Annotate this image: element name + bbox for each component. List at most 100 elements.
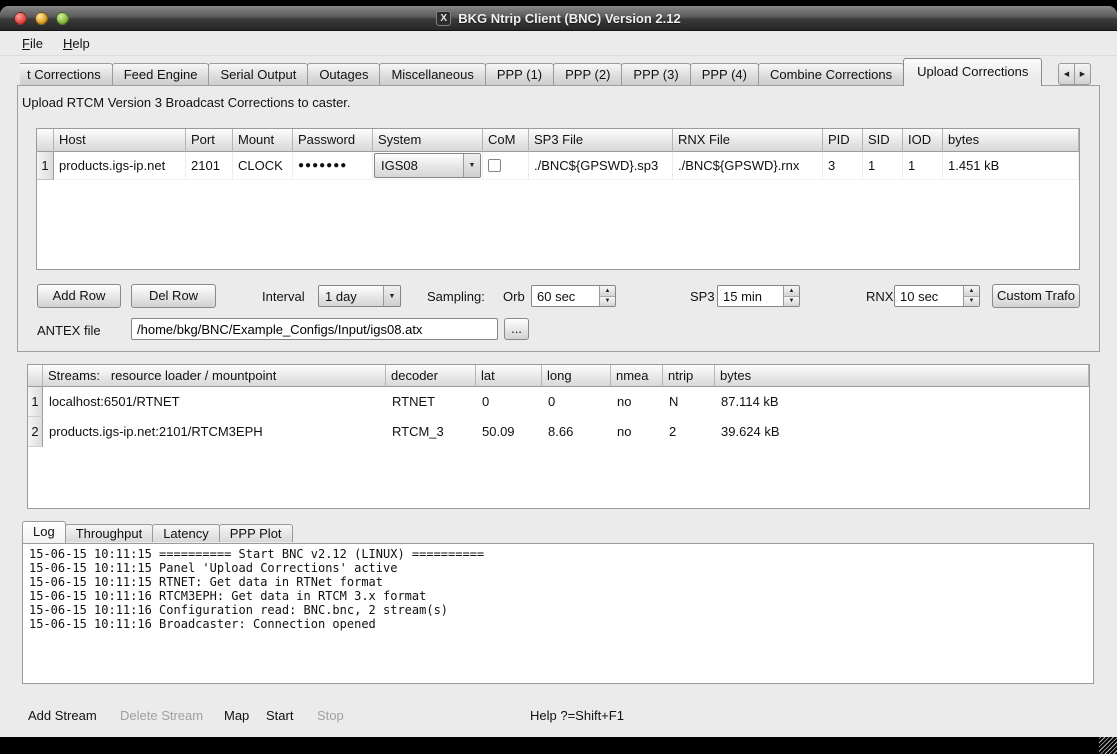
start-button[interactable]: Start — [266, 708, 293, 723]
cell-pid[interactable]: 3 — [823, 152, 863, 180]
col-host[interactable]: Host — [54, 129, 186, 152]
tab-upload-corrections[interactable]: Upload Corrections — [903, 58, 1042, 86]
tab-ppp-2[interactable]: PPP (2) — [553, 63, 622, 85]
cell-long[interactable]: 8.66 — [542, 417, 611, 447]
sp3-label: SP3 — [690, 289, 715, 304]
orb-label: Orb — [503, 289, 525, 304]
cell-mountpoint[interactable]: products.igs-ip.net:2101/RTCM3EPH — [43, 417, 386, 447]
window-icon: X — [436, 11, 451, 26]
spin-up-button[interactable]: ▲ — [600, 286, 615, 297]
chevron-down-icon[interactable]: ▼ — [463, 154, 480, 177]
tab-outages[interactable]: Outages — [307, 63, 380, 85]
spin-down-button[interactable]: ▼ — [964, 297, 979, 307]
col-rnx-file[interactable]: RNX File — [673, 129, 823, 152]
col-password[interactable]: Password — [293, 129, 373, 152]
streams-table: Streams: resource loader / mountpoint de… — [27, 364, 1090, 509]
chevron-down-icon[interactable]: ▼ — [383, 286, 400, 306]
tab-serial-output[interactable]: Serial Output — [208, 63, 308, 85]
tab-log[interactable]: Log — [22, 521, 66, 543]
cell-lat[interactable]: 0 — [476, 387, 542, 417]
antex-browse-button[interactable]: ... — [504, 318, 529, 340]
cell-ntrip[interactable]: N — [663, 387, 715, 417]
custom-trafo-button[interactable]: Custom Trafo — [992, 284, 1080, 308]
cell-ntrip[interactable]: 2 — [663, 417, 715, 447]
add-row-button[interactable]: Add Row — [37, 284, 121, 308]
rnx-spinbox[interactable]: 10 sec ▲ ▼ — [894, 285, 980, 307]
col-system[interactable]: System — [373, 129, 483, 152]
tab-scroll-left-button[interactable]: ◀ — [1058, 63, 1075, 85]
add-stream-button[interactable]: Add Stream — [28, 708, 97, 723]
cell-nmea[interactable]: no — [611, 417, 663, 447]
menu-file[interactable]: File — [12, 33, 53, 54]
col-port[interactable]: Port — [186, 129, 233, 152]
cell-password[interactable]: ●●●●●●● — [293, 152, 373, 180]
spin-up-button[interactable]: ▲ — [964, 286, 979, 297]
main-tab-bar: t Corrections Feed Engine Serial Output … — [20, 58, 1058, 86]
log-line: 15-06-15 10:11:15 RTNET: Get data in RTN… — [29, 575, 1087, 589]
cell-decoder[interactable]: RTNET — [386, 387, 476, 417]
cell-long[interactable]: 0 — [542, 387, 611, 417]
menu-help[interactable]: Help — [53, 33, 100, 54]
stream-row: 1 localhost:6501/RTNET RTNET 0 0 no N 87… — [28, 387, 1089, 417]
cell-mountpoint[interactable]: localhost:6501/RTNET — [43, 387, 386, 417]
delete-stream-button: Delete Stream — [120, 708, 203, 723]
col-sp3-file[interactable]: SP3 File — [529, 129, 673, 152]
tab-feed-engine[interactable]: Feed Engine — [112, 63, 210, 85]
cell-sp3-file[interactable]: ./BNC${GPSWD}.sp3 — [529, 152, 673, 180]
sp3-spinbox[interactable]: 15 min ▲ ▼ — [717, 285, 800, 307]
col-bytes[interactable]: bytes — [715, 365, 1089, 387]
col-nmea[interactable]: nmea — [611, 365, 663, 387]
col-iod[interactable]: IOD — [903, 129, 943, 152]
tab-ppp-4[interactable]: PPP (4) — [690, 63, 759, 85]
col-lat[interactable]: lat — [476, 365, 542, 387]
interval-combobox[interactable]: 1 day ▼ — [318, 285, 401, 307]
cell-host[interactable]: products.igs-ip.net — [54, 152, 186, 180]
cell-nmea[interactable]: no — [611, 387, 663, 417]
log-output[interactable]: 15-06-15 10:11:15 ========== Start BNC v… — [22, 543, 1094, 684]
cell-lat[interactable]: 50.09 — [476, 417, 542, 447]
system-combobox[interactable]: IGS08 ▼ — [374, 153, 481, 178]
sp3-spin-buttons: ▲ ▼ — [783, 286, 799, 306]
cell-mount[interactable]: CLOCK — [233, 152, 293, 180]
cell-decoder[interactable]: RTCM_3 — [386, 417, 476, 447]
tab-broadcast-corrections[interactable]: t Corrections — [20, 63, 113, 85]
resize-grip[interactable] — [1099, 737, 1117, 754]
col-long[interactable]: long — [542, 365, 611, 387]
cell-port[interactable]: 2101 — [186, 152, 233, 180]
tab-ppp-1[interactable]: PPP (1) — [485, 63, 554, 85]
orb-spinbox[interactable]: 60 sec ▲ ▼ — [531, 285, 616, 307]
spin-up-button[interactable]: ▲ — [784, 286, 799, 297]
panel-description: Upload RTCM Version 3 Broadcast Correcti… — [22, 95, 351, 110]
col-mount[interactable]: Mount — [233, 129, 293, 152]
com-checkbox[interactable] — [488, 159, 501, 172]
col-ntrip[interactable]: ntrip — [663, 365, 715, 387]
row-header[interactable]: 2 — [28, 417, 43, 447]
upload-corrections-table: Host Port Mount Password System CoM SP3 … — [36, 128, 1080, 270]
tab-ppp-3[interactable]: PPP (3) — [621, 63, 690, 85]
col-bytes[interactable]: bytes — [943, 129, 1079, 152]
cell-sid[interactable]: 1 — [863, 152, 903, 180]
cell-rnx-file[interactable]: ./BNC${GPSWD}.rnx — [673, 152, 823, 180]
col-pid[interactable]: PID — [823, 129, 863, 152]
col-decoder[interactable]: decoder — [386, 365, 476, 387]
log-line: 15-06-15 10:11:16 RTCM3EPH: Get data in … — [29, 589, 1087, 603]
row-header[interactable]: 1 — [37, 152, 54, 180]
tab-combine-corrections[interactable]: Combine Corrections — [758, 63, 904, 85]
title-bar[interactable]: X BKG Ntrip Client (BNC) Version 2.12 — [0, 6, 1117, 31]
del-row-button[interactable]: Del Row — [131, 284, 216, 308]
row-header[interactable]: 1 — [28, 387, 43, 417]
map-button[interactable]: Map — [224, 708, 249, 723]
tab-miscellaneous[interactable]: Miscellaneous — [379, 63, 485, 85]
col-mountpoint[interactable]: Streams: resource loader / mountpoint — [43, 365, 386, 387]
tab-latency[interactable]: Latency — [152, 524, 220, 542]
col-com[interactable]: CoM — [483, 129, 529, 152]
spin-down-button[interactable]: ▼ — [600, 297, 615, 307]
tab-throughput[interactable]: Throughput — [65, 524, 154, 542]
antex-file-input[interactable] — [131, 318, 498, 340]
cell-iod[interactable]: 1 — [903, 152, 943, 180]
rnx-label: RNX — [866, 289, 893, 304]
col-sid[interactable]: SID — [863, 129, 903, 152]
tab-ppp-plot[interactable]: PPP Plot — [219, 524, 293, 542]
tab-scroll-right-button[interactable]: ▶ — [1074, 63, 1091, 85]
spin-down-button[interactable]: ▼ — [784, 297, 799, 307]
